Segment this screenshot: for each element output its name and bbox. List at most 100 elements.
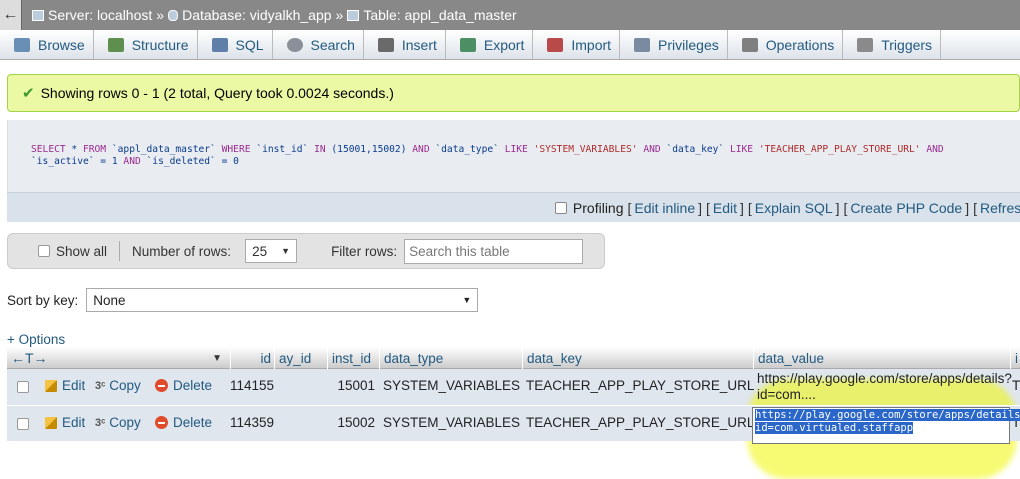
breadcrumb-database-label[interactable]: Database: vidyalkh_app [182, 7, 331, 23]
delete-button[interactable]: Delete [155, 415, 212, 430]
tab-operations[interactable]: Operations [728, 30, 844, 59]
number-of-rows-select[interactable]: 25 ▼ [245, 239, 298, 263]
success-message: ✔ Showing rows 0 - 1 (2 total, Query too… [7, 74, 1020, 112]
bracket: [ [627, 199, 632, 216]
bracket: ] [965, 199, 970, 216]
edit-button[interactable]: Edit [45, 415, 85, 430]
pencil-icon [45, 379, 57, 392]
header-inst-id[interactable]: inst_id [327, 347, 379, 369]
cell-inst-id[interactable]: 15002 [327, 415, 375, 430]
bracket: ] [740, 199, 744, 216]
copy-button[interactable]: 3ᶜ Copy [95, 378, 141, 393]
explain-sql-link[interactable]: Explain SQL [755, 200, 833, 216]
header-ay-id[interactable]: ay_id [274, 347, 327, 369]
cell-data-value[interactable]: https://play.google.com/store/apps/detai… [757, 371, 1012, 403]
chevron-down-icon[interactable]: ▼ [212, 353, 222, 364]
delete-icon [155, 379, 168, 392]
cell-data-type[interactable]: SYSTEM_VARIABLES [383, 415, 520, 430]
sql-token: `is_active` = 1 [31, 156, 124, 167]
filter-rows-input[interactable]: Search this table [404, 238, 584, 264]
edit-label: Edit [62, 378, 86, 393]
breadcrumb-table[interactable]: Table: appl_data_master [347, 7, 517, 23]
tab-sql[interactable]: SQL [198, 30, 273, 59]
sort-by-key-row: Sort by key: None ▼ [7, 287, 487, 313]
table-header: ←T→ ▼ id ay_id inst_id data_type data_key… [7, 347, 1020, 369]
check-icon: ✔ [22, 85, 35, 102]
bracket: [ [973, 199, 977, 216]
edit-button[interactable]: Edit [45, 378, 85, 393]
breadcrumb-separator: » [335, 7, 344, 23]
structure-icon [107, 37, 124, 52]
sql-token: AND [643, 144, 661, 155]
breadcrumb-database[interactable]: Database: vidyalkh_app » [168, 7, 347, 23]
breadcrumb: ← Server: localhost » Database: vidyalkh… [0, 0, 1020, 30]
tab-export[interactable]: Export [446, 30, 534, 59]
header-data-value[interactable]: data_value [753, 347, 1010, 369]
copy-button[interactable]: 3ᶜ Copy [95, 415, 141, 430]
triggers-icon [857, 37, 874, 52]
row-checkbox[interactable] [17, 381, 29, 393]
breadcrumb-table-label[interactable]: Table: appl_data_master [363, 7, 516, 23]
tab-label: Insert [401, 36, 437, 53]
header-data-key[interactable]: data_key [522, 347, 753, 369]
table-row: Edit 3ᶜCopy Delete 1141551 15001 SYSTEM_… [7, 369, 1020, 479]
tab-label: Operations [765, 36, 835, 53]
inline-edit-textarea[interactable]: https://play.google.com/store/apps/detai… [752, 407, 1020, 444]
breadcrumb-server-label[interactable]: Server: localhost [48, 7, 152, 23]
refresh-link[interactable]: Refresh [980, 200, 1020, 216]
tab-triggers[interactable]: Triggers [843, 30, 942, 59]
sql-token: `data_type` [429, 144, 505, 155]
tab-label: Export [483, 36, 525, 53]
tab-bar: Browse Structure SQL Search Insert Expor… [0, 30, 1020, 60]
header-arrows[interactable]: ←T→ ▼ [7, 347, 230, 369]
create-php-code-link[interactable]: Create PHP Code [850, 200, 962, 216]
server-icon [32, 9, 44, 21]
tab-browse[interactable]: Browse [0, 30, 94, 59]
sql-actions-bar: Profiling [ Edit inline ] [ Edit ] [ Exp… [7, 192, 1020, 222]
breadcrumb-server[interactable]: Server: localhost » [32, 7, 168, 23]
breadcrumb-separator: » [156, 7, 165, 23]
export-icon [459, 37, 476, 52]
row-checkbox[interactable] [17, 418, 29, 430]
tab-label: Browse [38, 36, 85, 53]
profiling-label: Profiling [572, 199, 624, 216]
header-extra[interactable]: i [1010, 347, 1020, 369]
profiling-checkbox[interactable] [554, 201, 567, 214]
sql-token: * [65, 144, 83, 155]
sort-value: None [93, 292, 126, 308]
tab-label: SQL [235, 36, 264, 53]
header-data-type[interactable]: data_type [379, 347, 522, 369]
tab-search[interactable]: Search [273, 30, 364, 59]
cell-data-type[interactable]: SYSTEM_VARIABLES [383, 378, 520, 393]
divider [119, 241, 121, 261]
cell-data-key[interactable]: TEACHER_APP_PLAY_STORE_URL [526, 378, 754, 393]
tab-structure[interactable]: Structure [94, 30, 198, 59]
options-link[interactable]: + Options [7, 332, 65, 347]
sort-by-key-select[interactable]: None ▼ [86, 288, 479, 312]
bracket: [ [747, 199, 752, 216]
chevron-down-icon: ▼ [281, 246, 291, 256]
cell-id[interactable]: 1141551 [230, 378, 274, 393]
tab-privileges[interactable]: Privileges [620, 30, 728, 59]
edit-link[interactable]: Edit [713, 200, 737, 216]
navigation-bar: Show all Number of rows: 25 ▼ Filter rows… [7, 233, 605, 269]
sql-token: 'SYSTEM_VARIABLES' [527, 144, 644, 155]
sql-token: SELECT [31, 144, 66, 155]
edit-inline-link[interactable]: Edit inline [634, 200, 695, 216]
sql-token: `data_key` [660, 144, 730, 155]
sql-token: (15001,15002) [325, 144, 413, 155]
sql-token: 'TEACHER_APP_PLAY_STORE_URL' [753, 144, 927, 155]
data-value-line: id=com.... [757, 387, 816, 402]
tab-insert[interactable]: Insert [364, 30, 446, 59]
cell-inst-id[interactable]: 15001 [327, 378, 375, 393]
data-value-line: https://play.google.com/store/apps/detai… [757, 371, 1012, 386]
sql-token: FROM [82, 144, 107, 155]
back-arrow-icon[interactable]: ← [0, 0, 22, 30]
header-id[interactable]: id [230, 347, 274, 369]
delete-button[interactable]: Delete [155, 378, 212, 393]
cell-extra: T [1012, 378, 1020, 393]
cell-data-key[interactable]: TEACHER_APP_PLAY_STORE_URL [526, 415, 754, 430]
cell-id[interactable]: 1143598 [230, 415, 274, 430]
show-all-checkbox[interactable] [38, 245, 50, 257]
tab-import[interactable]: Import [533, 30, 621, 59]
